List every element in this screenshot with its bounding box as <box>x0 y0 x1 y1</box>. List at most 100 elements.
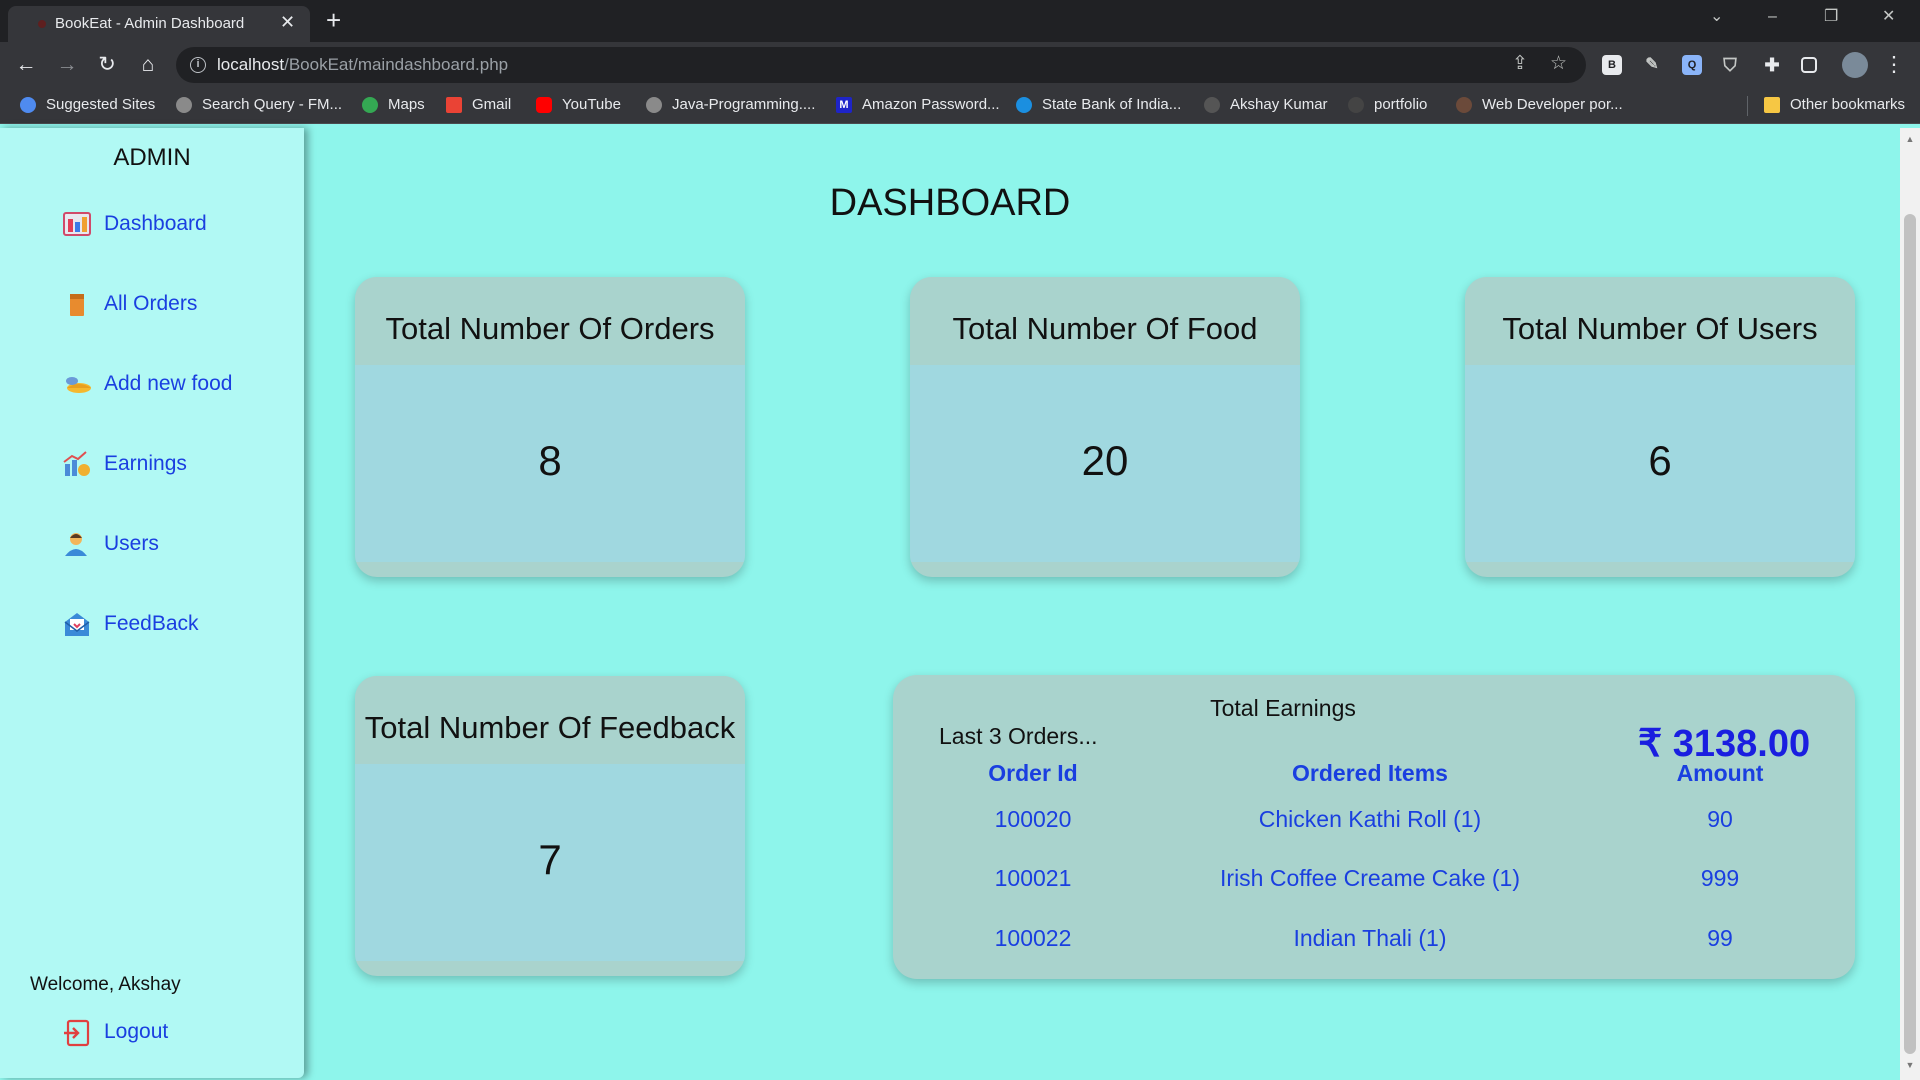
new-tab-button[interactable]: + <box>326 6 341 34</box>
bookmarks-divider <box>1747 96 1748 116</box>
card-value: 20 <box>1081 437 1129 484</box>
other-bookmarks[interactable]: Other bookmarks <box>1764 96 1905 113</box>
maps-icon <box>362 96 378 113</box>
back-icon[interactable]: ← <box>12 51 40 79</box>
feedback-count-card: Total Number Of Feedback 7 <box>355 676 745 976</box>
column-header-ordered-items: Ordered Items <box>1292 760 1448 786</box>
profile-avatar[interactable] <box>1842 52 1868 78</box>
card-body: 7 <box>355 764 745 961</box>
extension-b-icon[interactable]: B <box>1602 55 1622 75</box>
tab-title: BookEat - Admin Dashboard <box>55 15 245 32</box>
sidebar: ADMIN Dashboard All Orders Add new food … <box>0 128 304 1078</box>
sidebar-item-users[interactable]: Users <box>62 530 159 558</box>
card-title: Total Number Of Users <box>1465 277 1855 365</box>
bookmark-item[interactable]: State Bank of India... <box>1016 96 1181 113</box>
forward-icon[interactable]: → <box>53 51 81 79</box>
minimize-icon[interactable]: – <box>1768 8 1777 26</box>
page-scrollbar[interactable]: ▲ ▼ <box>1900 128 1920 1080</box>
earnings-card: Total Earnings Last 3 Orders... ₹ 3138.0… <box>893 675 1855 979</box>
orders-icon <box>62 290 92 318</box>
extension-search-icon[interactable]: Q <box>1682 55 1702 75</box>
food-count-card: Total Number Of Food 20 <box>910 277 1300 577</box>
bookmarks-bar: Suggested Sites Search Query - FM... Map… <box>0 88 1920 124</box>
bookmark-item[interactable]: Suggested Sites <box>20 96 155 113</box>
card-value: 7 <box>538 836 562 883</box>
bookmark-item[interactable]: Java-Programming.... <box>646 96 815 113</box>
column-header-order-id: Order Id <box>988 760 1078 786</box>
scroll-down-icon[interactable]: ▼ <box>1900 1060 1920 1070</box>
amazon-m-icon: M <box>836 96 852 113</box>
home-icon[interactable]: ⌂ <box>134 51 162 79</box>
order-id-cell: 100022 <box>994 925 1072 951</box>
bookmark-item[interactable]: YouTube <box>536 96 621 113</box>
bookmark-item[interactable]: Search Query - FM... <box>176 96 342 113</box>
close-window-icon[interactable]: ✕ <box>1882 8 1895 26</box>
orders-count-card: Total Number Of Orders 8 <box>355 277 745 577</box>
bookmark-item[interactable]: M Amazon Password... <box>836 96 1000 113</box>
bookmark-item[interactable]: Akshay Kumar <box>1204 96 1328 113</box>
url-text[interactable]: localhost/BookEat/maindashboard.php <box>217 55 508 75</box>
sidebar-item-feedback[interactable]: FeedBack <box>62 610 199 638</box>
sidebar-item-all-orders[interactable]: All Orders <box>62 290 197 318</box>
side-panel-icon[interactable] <box>1801 57 1817 73</box>
globe-icon <box>646 96 662 113</box>
column-header-amount: Amount <box>1676 760 1764 786</box>
bookmark-item[interactable]: Gmail <box>446 96 511 113</box>
extension-pen-icon[interactable]: ✎ <box>1642 55 1662 75</box>
extensions-puzzle-icon[interactable]: ✚ <box>1762 55 1782 75</box>
bookmark-item[interactable]: Maps <box>362 96 425 113</box>
sidebar-title: ADMIN <box>113 144 191 171</box>
order-id-cell: 100020 <box>994 806 1072 832</box>
amount-cell: 99 <box>1707 925 1733 951</box>
card-body: 8 <box>355 365 745 562</box>
food-icon <box>62 370 92 398</box>
tab-favicon-icon <box>38 20 46 28</box>
close-tab-icon[interactable]: ✕ <box>280 12 295 32</box>
page-title: DASHBOARD <box>829 182 1071 224</box>
menu-kebab-icon[interactable]: ⋮ <box>1880 51 1908 79</box>
card-value: 8 <box>538 437 562 484</box>
feedback-icon <box>62 610 92 638</box>
browser-tab[interactable]: BookEat - Admin Dashboard ✕ <box>8 6 310 42</box>
card-title: Total Number Of Orders <box>355 277 745 365</box>
amount-cell: 90 <box>1707 806 1733 832</box>
users-icon <box>62 530 92 558</box>
restore-icon[interactable]: ❐ <box>1824 8 1838 26</box>
dashboard-icon <box>62 210 92 238</box>
ordered-items-cell: Irish Coffee Creame Cake (1) <box>1220 865 1520 891</box>
card-body: 6 <box>1465 365 1855 562</box>
reload-icon[interactable]: ↻ <box>93 51 121 79</box>
extension-shield-icon[interactable]: ⛉ <box>1720 55 1740 75</box>
ordered-items-cell: Indian Thali (1) <box>1293 925 1447 951</box>
logout-button[interactable]: Logout <box>62 1018 168 1047</box>
welcome-text: Welcome, Akshay <box>30 974 181 995</box>
address-bar[interactable]: i localhost/BookEat/maindashboard.php ⇪ … <box>176 47 1586 83</box>
tab-search-icon[interactable]: ⌄ <box>1710 8 1723 26</box>
portfolio-icon <box>1348 96 1364 113</box>
logout-icon <box>62 1018 92 1047</box>
gmail-icon <box>446 96 462 113</box>
bookmark-item[interactable]: Web Developer por... <box>1456 96 1623 113</box>
users-count-card: Total Number Of Users 6 <box>1465 277 1855 577</box>
sbi-icon <box>1016 96 1032 113</box>
scroll-up-icon[interactable]: ▲ <box>1900 134 1920 144</box>
earnings-title: Total Earnings <box>1210 695 1356 721</box>
bookmark-star-icon[interactable]: ☆ <box>1550 53 1567 75</box>
site-info-icon[interactable]: i <box>190 57 206 73</box>
sidebar-item-add-new-food[interactable]: Add new food <box>62 370 232 398</box>
card-title: Total Number Of Feedback <box>355 676 745 764</box>
scroll-thumb[interactable] <box>1904 214 1916 1054</box>
avatar-icon <box>1456 96 1472 113</box>
youtube-icon <box>536 96 552 113</box>
browser-tab-bar: BookEat - Admin Dashboard ✕ + ⌄ – ❐ ✕ <box>0 0 1920 42</box>
amount-cell: 999 <box>1700 865 1740 891</box>
browser-toolbar: ← → ↻ ⌂ i localhost/BookEat/maindashboar… <box>0 42 1920 88</box>
bookmark-item[interactable]: portfolio <box>1348 96 1427 113</box>
share-icon[interactable]: ⇪ <box>1512 53 1528 75</box>
globe-icon <box>176 96 192 113</box>
person-icon <box>1204 96 1220 113</box>
card-value: 6 <box>1648 437 1672 484</box>
sidebar-item-dashboard[interactable]: Dashboard <box>62 210 207 238</box>
sidebar-item-earnings[interactable]: Earnings <box>62 450 187 478</box>
card-body: 20 <box>910 365 1300 562</box>
